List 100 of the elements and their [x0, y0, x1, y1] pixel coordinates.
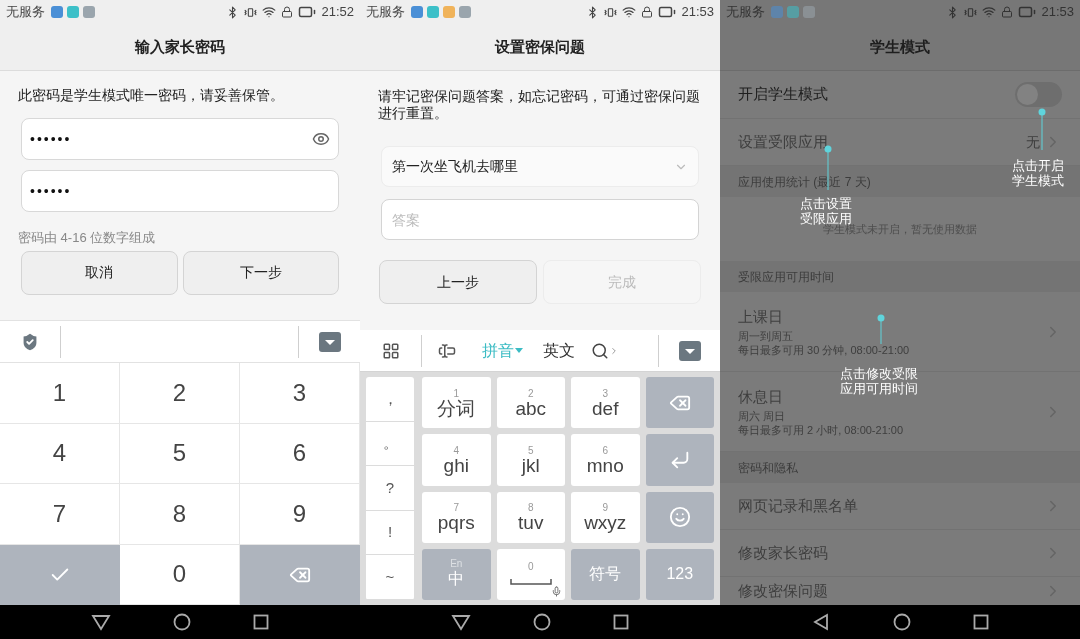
action-button[interactable]: 下一步 [182, 250, 339, 295]
clock-time: 21:53 [681, 3, 714, 22]
recents-icon[interactable] [253, 614, 269, 630]
space-bar-icon [509, 578, 552, 587]
digit-key[interactable]: 5 [120, 423, 240, 484]
t9-key[interactable]: 2 abc [496, 377, 565, 429]
answer-field[interactable]: 答案 [381, 199, 699, 240]
clock-time: 21:53 [1041, 3, 1074, 22]
key-letters: jkl [521, 457, 540, 474]
key-number: 7 [453, 503, 460, 514]
smiley-icon [668, 506, 691, 529]
symbol-key[interactable]: 。 [366, 421, 414, 467]
key-letters: wxyz [584, 515, 627, 532]
wifi-icon [262, 5, 277, 19]
symbol-key[interactable]: ! [366, 510, 414, 556]
recents-icon[interactable] [973, 614, 989, 630]
back-icon[interactable] [811, 613, 831, 631]
app-notification-icon [803, 6, 815, 18]
wifi-icon [622, 5, 637, 19]
eye-icon[interactable] [312, 130, 330, 148]
cursor-icon[interactable] [438, 341, 456, 360]
app-notification-icon [411, 6, 423, 18]
key-letters: 分词 [437, 400, 476, 417]
t9-key[interactable]: 3 def [571, 377, 640, 429]
symbol-key[interactable]: ? [366, 466, 414, 511]
digit-key[interactable]: 4 [0, 423, 120, 484]
key-letters: def [592, 400, 619, 417]
question-dropdown[interactable]: 第一次坐飞机去哪里 [381, 146, 699, 187]
t9-key[interactable]: 4 ghi [422, 434, 491, 486]
app-notification-icon [51, 6, 63, 18]
setting-label: 开启学生模式 [738, 84, 828, 105]
leader-line [877, 314, 885, 344]
clock-time: 21:52 [321, 3, 354, 22]
vibrate-icon [964, 5, 978, 19]
key-number: 0 [527, 562, 534, 573]
annotation-label: 点击修改受限 应用可用时间 [840, 366, 918, 396]
symbol-key[interactable]: ~ [366, 555, 414, 600]
t9-key[interactable]: 5 jkl [496, 434, 565, 486]
key-number: 3 [602, 388, 609, 399]
key-number: 9 [602, 503, 609, 514]
caret-icon [515, 348, 523, 353]
digit-key[interactable]: 7 [0, 484, 120, 545]
key-label: 123 [666, 564, 694, 585]
carrier-label: 无服务 [6, 3, 45, 22]
password-field[interactable]: •••••• [21, 170, 339, 212]
digit-key[interactable]: 0 [120, 544, 240, 605]
key-number: 5 [527, 445, 534, 456]
screen-title: 输入家长密码 [135, 36, 225, 57]
action-button[interactable]: 取消 [21, 250, 178, 295]
microphone-icon [551, 586, 562, 597]
t9-key[interactable]: 7 pqrs [422, 491, 491, 543]
collapse-keyboard-icon[interactable] [678, 340, 701, 361]
key-number: 6 [602, 445, 609, 456]
annotation-label: 点击设置 受限应用 [800, 196, 852, 226]
key-number: 1 [453, 388, 460, 399]
wifi-icon [982, 5, 997, 19]
back-icon[interactable] [451, 613, 471, 631]
carrier-label: 无服务 [726, 3, 765, 22]
search-icon[interactable] [591, 341, 609, 360]
t9-key[interactable]: 1 分词 [422, 377, 491, 429]
back-icon[interactable] [91, 613, 111, 631]
app-notification-icon [67, 6, 79, 18]
key-number: 4 [453, 445, 460, 456]
carrier-label: 无服务 [366, 3, 405, 22]
app-notification-icon [427, 6, 439, 18]
info-message: 请牢记密保问题答案，如忘记密码，可通过密保问题进行重置。 [378, 88, 701, 122]
home-icon[interactable] [533, 613, 551, 631]
setting-value: 无 [1026, 132, 1040, 152]
info-message: 此密码是学生模式唯一密码，请妥善保管。 [18, 86, 285, 105]
grid-icon[interactable] [381, 341, 400, 360]
home-icon[interactable] [893, 613, 911, 631]
key-number: 2 [527, 388, 534, 399]
home-icon[interactable] [173, 613, 191, 631]
t9-key[interactable]: 9 wxyz [571, 491, 640, 543]
digit-key[interactable]: 3 [240, 363, 360, 424]
collapse-keyboard-icon[interactable] [318, 331, 341, 352]
key-label: 中 [448, 569, 465, 590]
screen-title: 学生模式 [870, 36, 930, 57]
annotation-label: 点击开启 学生模式 [1012, 158, 1064, 188]
action-button[interactable]: 上一步 [379, 260, 537, 304]
app-notification-icon [443, 6, 455, 18]
digit-key[interactable]: 8 [120, 484, 240, 545]
digit-key[interactable]: 6 [240, 423, 360, 484]
symbol-key[interactable]: ， [366, 377, 414, 422]
password-field[interactable]: •••••• [21, 118, 339, 160]
input-mode-tab[interactable]: 英文 [533, 338, 585, 363]
digit-key[interactable]: 9 [240, 484, 360, 545]
key-number: 8 [527, 503, 534, 514]
t9-key[interactable]: 8 tuv [496, 491, 565, 543]
digit-key[interactable]: 1 [0, 363, 120, 424]
app-notification-icon [459, 6, 471, 18]
toggle-switch[interactable] [1015, 82, 1062, 107]
t9-key[interactable]: 6 mno [571, 434, 640, 486]
app-notification-icon [771, 6, 783, 18]
screen-title: 设置密保问题 [495, 36, 585, 57]
vibrate-icon [604, 5, 618, 19]
app-notification-icon [83, 6, 95, 18]
digit-key[interactable]: 2 [120, 363, 240, 424]
key-letters: abc [515, 400, 547, 417]
recents-icon[interactable] [613, 614, 629, 630]
